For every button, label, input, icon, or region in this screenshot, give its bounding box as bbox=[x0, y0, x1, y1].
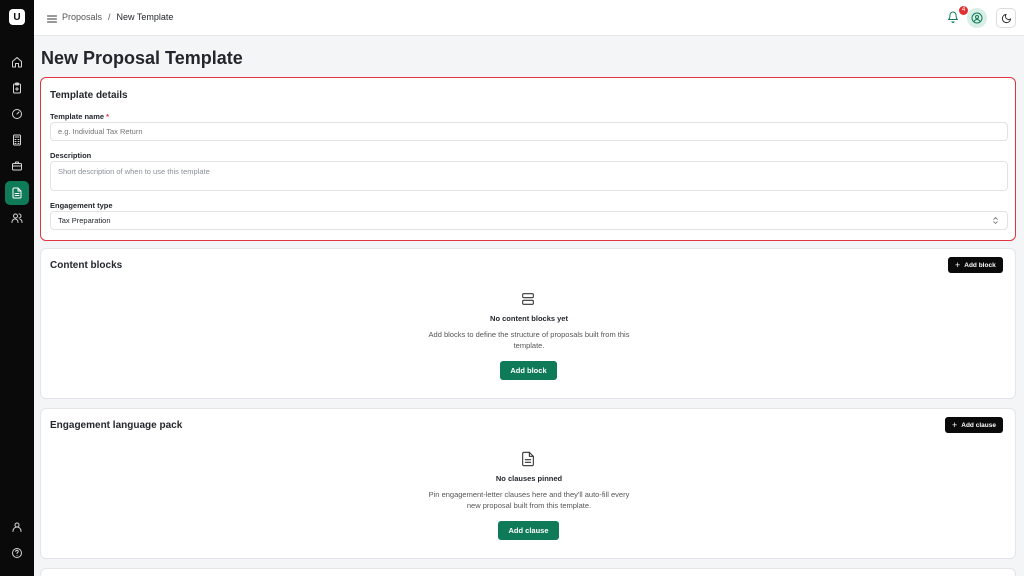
gauge-icon bbox=[12, 109, 22, 119]
breadcrumb-current: New Template bbox=[116, 12, 174, 22]
breadcrumb-proposals-link[interactable]: Proposals bbox=[62, 12, 102, 22]
sidebar: U bbox=[0, 0, 34, 576]
plus-icon: + bbox=[955, 259, 961, 270]
description-textarea[interactable]: Short description of when to use this te… bbox=[50, 161, 1008, 191]
template-details-card: Template details Template name * Descrip… bbox=[40, 77, 1016, 241]
sidebar-item-home[interactable] bbox=[5, 50, 29, 74]
next-card-partial bbox=[40, 568, 1016, 576]
clipboard-icon bbox=[13, 82, 21, 94]
sidebar-item-profile[interactable] bbox=[5, 515, 29, 539]
add-block-cta-button[interactable]: Add block bbox=[500, 361, 557, 380]
content-blocks-empty-title: No content blocks yet bbox=[490, 314, 568, 323]
sidebar-item-briefcase[interactable] bbox=[5, 154, 29, 178]
menu-toggle-button[interactable] bbox=[46, 12, 58, 24]
users-icon bbox=[11, 213, 23, 223]
template-name-label: Template name * bbox=[50, 112, 109, 121]
user-circle-icon bbox=[971, 12, 983, 24]
content-blocks-title: Content blocks bbox=[50, 260, 123, 271]
add-clause-button[interactable]: + Add clause bbox=[945, 417, 1003, 433]
engagement-type-value: Tax Preparation bbox=[58, 216, 111, 225]
add-block-button[interactable]: + Add block bbox=[948, 257, 1003, 273]
sidebar-item-dashboard[interactable] bbox=[5, 102, 29, 126]
logo-text: U bbox=[13, 11, 21, 23]
sidebar-item-help[interactable] bbox=[5, 541, 29, 565]
document-icon bbox=[12, 187, 22, 199]
stack-icon bbox=[520, 291, 536, 307]
chevron-updown-icon bbox=[991, 216, 1000, 225]
theme-toggle-button[interactable] bbox=[996, 8, 1016, 28]
topbar: Proposals / New Template 4 bbox=[34, 0, 1024, 36]
plus-icon: + bbox=[952, 419, 958, 430]
moon-icon bbox=[1001, 13, 1011, 23]
home-icon bbox=[12, 57, 22, 68]
page-title: New Proposal Template bbox=[41, 48, 243, 68]
content-blocks-card: Content blocks + Add block No content bl… bbox=[40, 248, 1016, 399]
app-root: U Proposals / New Template 4 New Proposa… bbox=[0, 0, 1024, 576]
breadcrumb: Proposals / New Template bbox=[62, 12, 173, 22]
help-icon bbox=[12, 548, 22, 558]
sidebar-item-calculator[interactable] bbox=[5, 128, 29, 152]
document-text-icon bbox=[520, 451, 536, 467]
sidebar-item-clients[interactable] bbox=[5, 206, 29, 230]
language-pack-empty-desc-line2: new proposal built from this template. bbox=[466, 501, 592, 510]
description-label: Description bbox=[50, 151, 92, 160]
avatar[interactable] bbox=[967, 8, 987, 28]
add-clause-cta-button[interactable]: Add clause bbox=[498, 521, 559, 540]
calculator-icon bbox=[13, 134, 21, 146]
template-details-title: Template details bbox=[50, 90, 128, 101]
language-pack-empty-title: No clauses pinned bbox=[495, 474, 563, 483]
sidebar-item-proposals[interactable] bbox=[5, 181, 29, 205]
engagement-type-label: Engagement type bbox=[50, 201, 113, 210]
language-pack-card: Engagement language pack + Add clause No… bbox=[40, 408, 1016, 559]
briefcase-icon bbox=[12, 161, 22, 171]
add-block-button-label: Add block bbox=[964, 261, 996, 269]
menu-icon bbox=[47, 15, 57, 23]
user-icon bbox=[12, 522, 22, 532]
breadcrumb-separator: / bbox=[108, 12, 111, 22]
template-name-input[interactable] bbox=[50, 122, 1008, 141]
add-clause-button-label: Add clause bbox=[961, 421, 996, 429]
app-logo[interactable]: U bbox=[9, 9, 25, 25]
language-pack-title: Engagement language pack bbox=[50, 420, 183, 431]
template-name-label-text: Template name bbox=[50, 112, 105, 121]
engagement-type-select[interactable]: Tax Preparation bbox=[50, 211, 1008, 230]
required-mark: * bbox=[106, 112, 110, 121]
bell-icon bbox=[948, 11, 958, 23]
content-blocks-empty-desc-line2: template. bbox=[513, 341, 545, 350]
sidebar-item-clipboard[interactable] bbox=[5, 76, 29, 100]
description-placeholder: Short description of when to use this te… bbox=[58, 167, 210, 176]
